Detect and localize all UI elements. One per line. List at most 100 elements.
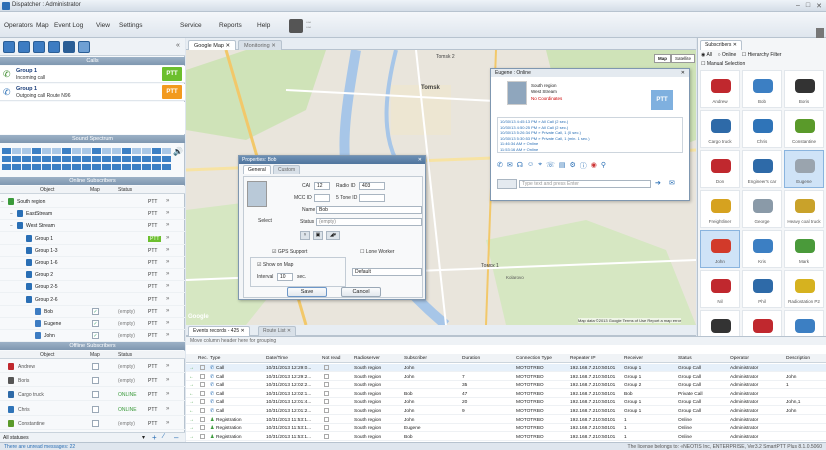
tree-row[interactable]: Group 2-6 PTT » <box>0 293 185 306</box>
column-header[interactable]: Status <box>678 356 692 361</box>
not-read-checkbox[interactable] <box>324 365 329 370</box>
add-icon[interactable]: + <box>152 433 157 442</box>
ptt-button[interactable]: PTT <box>148 407 157 413</box>
row-checkbox[interactable] <box>200 373 205 379</box>
chevron-right-icon[interactable]: » <box>166 391 169 397</box>
menu-settings[interactable]: Settings <box>119 22 143 29</box>
edit-icon[interactable]: ∕ <box>163 433 164 440</box>
tree-row[interactable]: Constantine (empty) PTT » <box>0 417 185 430</box>
tree-row[interactable]: Eugene ✓ (empty) PTT » <box>0 317 185 330</box>
map-type-satellite[interactable]: Satellite <box>671 54 696 63</box>
user-icon[interactable] <box>18 41 30 53</box>
subscriber-tile[interactable]: George <box>742 190 782 228</box>
subscriber-tile[interactable]: Heavy coal truck <box>784 190 824 228</box>
ptt-button[interactable]: PTT <box>148 309 157 315</box>
map-checkbox[interactable] <box>92 405 99 413</box>
tree-row[interactable]: Cargo truck ONLINE PTT » <box>0 388 185 402</box>
chevron-right-icon[interactable]: » <box>166 210 169 216</box>
map-checkbox[interactable]: ✓ <box>92 332 99 340</box>
subscriber-tile[interactable]: Kris <box>742 230 782 268</box>
column-header[interactable]: Type <box>210 356 220 361</box>
tree-row[interactable]: Boris (empty) PTT » <box>0 374 185 388</box>
subscriber-tile[interactable]: Engineer's car <box>742 150 782 188</box>
dropdown-icon[interactable]: ▾ <box>142 434 145 441</box>
subscriber-tile[interactable]: Mark <box>784 230 824 268</box>
maximize-button[interactable]: □ <box>806 2 810 10</box>
subscriber-tile[interactable]: Radiostation P2 <box>784 270 824 308</box>
row-checkbox[interactable] <box>200 416 205 422</box>
col-status[interactable]: Status <box>118 187 132 193</box>
tree-row[interactable]: Andrew (empty) PTT » <box>0 360 185 373</box>
tree-row[interactable]: − West Stream PTT » <box>0 219 185 233</box>
call-item[interactable]: ✆ Group 1 Outgoing call Route N96 PTT <box>0 84 185 101</box>
tone-id-field[interactable] <box>359 194 385 202</box>
panel-toggle-icon[interactable] <box>816 28 824 38</box>
ptt-button[interactable]: PTT <box>148 199 157 205</box>
not-read-checkbox[interactable] <box>324 433 329 439</box>
unread-messages[interactable]: There are unread messages: 22 <box>4 444 75 450</box>
radio-id-field[interactable]: 403 <box>359 182 385 190</box>
style-icon[interactable]: ◢▾ <box>326 231 340 240</box>
col-map[interactable]: Map <box>90 352 100 358</box>
map-checkbox[interactable] <box>92 377 99 385</box>
filter-all[interactable]: ◉ All <box>701 52 712 58</box>
headset-icon[interactable]: ☊ <box>517 161 523 171</box>
row-checkbox[interactable] <box>200 382 205 388</box>
ptt-button[interactable]: PTT <box>148 321 157 327</box>
chevron-right-icon[interactable]: » <box>166 259 169 265</box>
tree-row[interactable]: Chris ONLINE PTT » <box>0 403 185 416</box>
tree-row[interactable]: Group 1 PTT » <box>0 232 185 245</box>
map-checkbox[interactable] <box>92 391 99 399</box>
cai-field[interactable]: 12 <box>314 182 330 190</box>
tab-custom[interactable]: Custom <box>273 165 301 174</box>
mcc-id-field[interactable] <box>314 194 330 202</box>
chevron-right-icon[interactable]: » <box>166 283 169 289</box>
event-row[interactable]: → ✆ Call 10/31/2013 12:29:0... South regio… <box>186 364 826 372</box>
subscriber-tile[interactable]: Bob <box>742 70 782 108</box>
people-icon[interactable] <box>289 19 303 33</box>
ptt-button[interactable]: PTT <box>148 333 157 339</box>
menu-reports[interactable]: Reports <box>219 22 242 29</box>
chevron-right-icon[interactable]: » <box>166 406 169 412</box>
chevron-right-icon[interactable]: » <box>166 320 169 326</box>
ptt-button[interactable]: PTT <box>148 211 157 217</box>
tab-google-map[interactable]: Google Map ✕ <box>188 40 237 50</box>
dialpad-icon[interactable] <box>48 41 60 53</box>
chevron-right-icon[interactable]: » <box>166 420 169 426</box>
message-icon[interactable]: ✉ <box>507 161 513 171</box>
menu-event-log[interactable]: Event Log <box>54 22 83 29</box>
not-read-checkbox[interactable] <box>324 382 329 388</box>
filter-online[interactable]: ○ Online <box>717 52 736 58</box>
event-row[interactable]: ← ✆ Call 10/31/2013 12:01:2... South regio… <box>186 407 826 415</box>
tree-row[interactable]: Group 1-6 PTT » <box>0 256 185 269</box>
column-header[interactable]: Rec. <box>198 356 208 361</box>
ptt-button[interactable]: PTT <box>148 378 157 384</box>
row-checkbox[interactable] <box>200 365 205 370</box>
column-header[interactable]: Radioserver <box>354 356 380 361</box>
chevron-right-icon[interactable]: » <box>166 235 169 241</box>
event-row[interactable]: → ✆ Call 10/31/2013 12:02:2... South regio… <box>186 381 826 390</box>
subscriber-tile[interactable]: Nil <box>700 270 740 308</box>
subscriber-tile[interactable]: Boris <box>784 70 824 108</box>
row-checkbox[interactable] <box>200 399 205 405</box>
interval-field[interactable]: 10 <box>277 273 293 281</box>
ptt-button[interactable]: PTT <box>162 67 182 81</box>
subscriber-tile[interactable]: Phil <box>742 270 782 308</box>
tab-subscribers[interactable]: Subscribers ✕ <box>700 40 742 50</box>
expand-icon[interactable]: − <box>10 223 13 229</box>
map-type-map[interactable]: Map <box>654 54 671 63</box>
col-map[interactable]: Map <box>90 187 100 193</box>
chevron-right-icon[interactable]: » <box>166 308 169 314</box>
call-item[interactable]: ✆ Group 1 Incoming call PTT <box>0 66 185 83</box>
column-header[interactable]: Receiver <box>624 356 643 361</box>
select-link[interactable]: Select <box>258 218 272 224</box>
tab-route-list[interactable]: Route List ✕ <box>258 326 297 336</box>
subscriber-tile[interactable]: Freightliner <box>700 190 740 228</box>
ptt-button[interactable]: PTT <box>148 223 157 229</box>
column-header[interactable]: Operator <box>730 356 749 361</box>
tree-row[interactable]: Group 2-5 PTT » <box>0 280 185 294</box>
chevron-right-icon[interactable]: » <box>166 363 169 369</box>
tab-general[interactable]: General <box>243 165 271 174</box>
grid-icon[interactable]: ▫▫▫ ▫▫▫ <box>306 21 311 31</box>
map-checkbox[interactable] <box>92 363 99 370</box>
